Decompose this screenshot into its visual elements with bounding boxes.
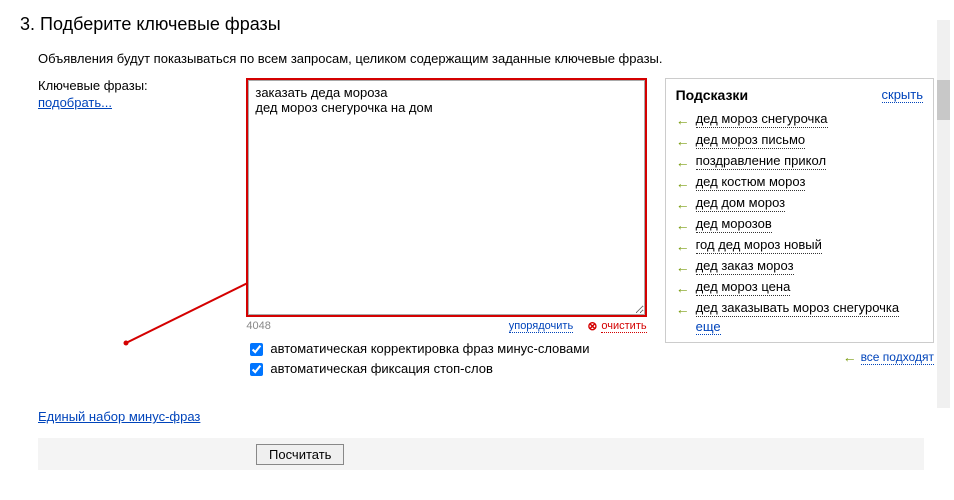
auto-correct-checkbox[interactable] (250, 343, 263, 356)
arrow-left-icon: ← (676, 133, 690, 149)
hint-item[interactable]: ← поздравление прикол (676, 153, 923, 170)
hint-item[interactable]: ← год дед мороз новый (676, 237, 923, 254)
auto-stop-checkbox[interactable] (250, 363, 263, 376)
pick-keywords-link[interactable]: подобрать... (38, 95, 112, 110)
hint-item[interactable]: ← дед мороз цена (676, 279, 923, 296)
all-fit-link[interactable]: все подходят (861, 350, 934, 365)
hint-phrase-link[interactable]: дед мороз цена (696, 279, 791, 296)
auto-stop-label: автоматическая фиксация стоп-слов (270, 359, 493, 379)
hint-phrase-link[interactable]: дед морозов (696, 216, 772, 233)
footer-bar: Посчитать (38, 438, 924, 470)
shared-minus-phrases-link[interactable]: Единый набор минус-фраз (38, 409, 200, 424)
hint-item[interactable]: ← дед дом мороз (676, 195, 923, 212)
hint-item[interactable]: ← дед мороз письмо (676, 132, 923, 149)
hint-phrase-link[interactable]: поздравление прикол (696, 153, 826, 170)
hint-item[interactable]: ← дед костюм мороз (676, 174, 923, 191)
keywords-textarea-highlight (246, 78, 646, 317)
arrow-left-icon: ← (676, 238, 690, 254)
hints-more-link[interactable]: еще (696, 319, 721, 335)
hint-phrase-link[interactable]: дед мороз снегурочка (696, 111, 828, 128)
hints-title: Подсказки (676, 87, 748, 103)
hints-list: ← дед мороз снегурочка ← дед мороз письмо ← п… (676, 111, 923, 317)
section-title: 3. Подберите ключевые фразы (20, 14, 934, 35)
hints-hide-link[interactable]: скрыть (882, 87, 924, 103)
clear-link[interactable]: очистить (601, 320, 646, 333)
page-scrollbar[interactable] (937, 20, 950, 408)
arrow-left-icon: ← (676, 175, 690, 191)
auto-correct-label: автоматическая корректировка фраз минус-… (270, 339, 589, 359)
calculate-button[interactable]: Посчитать (256, 444, 344, 465)
arrow-left-icon: ← (676, 112, 690, 128)
hint-phrase-link[interactable]: дед заказывать мороз снегурочка (696, 300, 900, 317)
page-scrollbar-thumb[interactable] (937, 80, 950, 120)
arrow-left-icon: ← (676, 280, 690, 296)
char-counter: 4048 (246, 320, 270, 332)
section-description: Объявления будут показываться по всем за… (38, 51, 934, 66)
hints-panel: Подсказки скрыть ← дед мороз снегурочка ← д… (665, 78, 934, 343)
clear-icon[interactable]: ⊗ (587, 319, 597, 333)
sort-link[interactable]: упорядочить (509, 320, 573, 333)
arrow-left-icon: ← (843, 349, 857, 365)
hint-item[interactable]: ← дед морозов (676, 216, 923, 233)
arrow-left-icon: ← (676, 196, 690, 212)
keywords-textarea[interactable] (248, 80, 644, 315)
auto-stop-row[interactable]: автоматическая фиксация стоп-слов (246, 359, 646, 379)
hint-phrase-link[interactable]: дед мороз письмо (696, 132, 806, 149)
step-title-text: Подберите ключевые фразы (40, 14, 281, 34)
auto-correct-row[interactable]: автоматическая корректировка фраз минус-… (246, 339, 646, 359)
arrow-left-icon: ← (676, 154, 690, 170)
arrow-left-icon: ← (676, 259, 690, 275)
arrow-left-icon: ← (676, 217, 690, 233)
hint-phrase-link[interactable]: дед костюм мороз (696, 174, 806, 191)
step-number: 3. (20, 14, 35, 34)
keywords-label: Ключевые фразы: (38, 78, 246, 93)
hint-item[interactable]: ← дед мороз снегурочка (676, 111, 923, 128)
arrow-left-icon: ← (676, 301, 690, 317)
hint-phrase-link[interactable]: дед дом мороз (696, 195, 786, 212)
hint-item[interactable]: ← дед заказ мороз (676, 258, 923, 275)
hint-phrase-link[interactable]: дед заказ мороз (696, 258, 794, 275)
hint-phrase-link[interactable]: год дед мороз новый (696, 237, 822, 254)
hint-item[interactable]: ← дед заказывать мороз снегурочка (676, 300, 923, 317)
